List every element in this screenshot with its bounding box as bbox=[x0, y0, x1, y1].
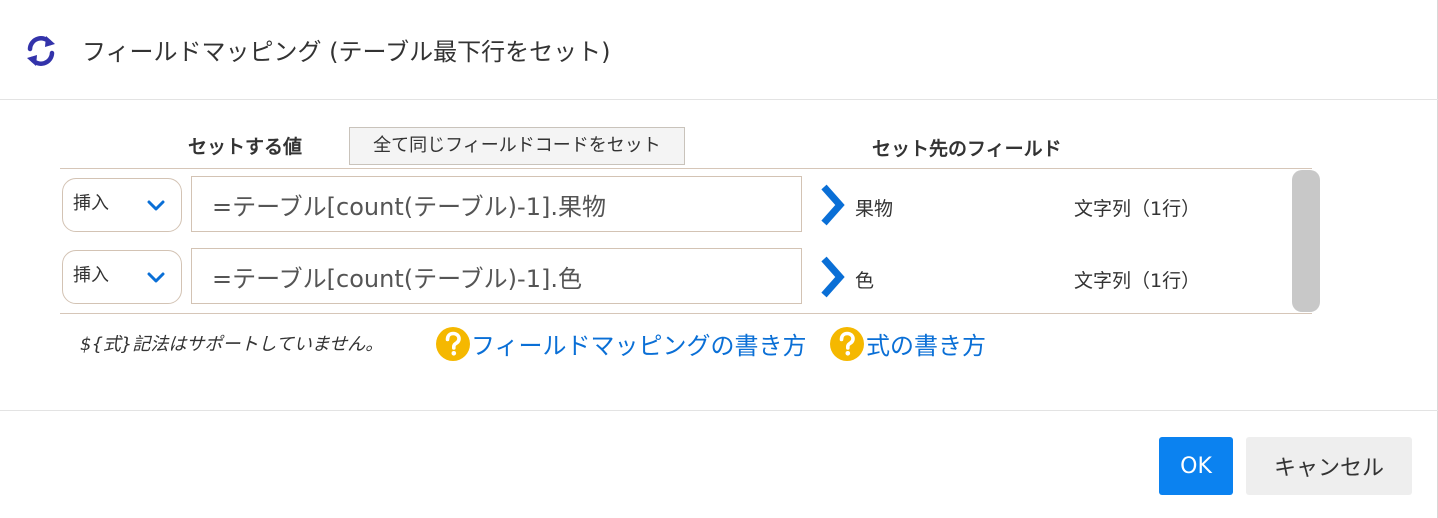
dialog-title: フィールドマッピング (テーブル最下行をセット) bbox=[82, 38, 611, 66]
expression-syntax-note: ${式}記法はサポートしていません。 bbox=[80, 334, 384, 355]
chevron-down-icon bbox=[147, 200, 165, 211]
dialog-header: フィールドマッピング (テーブル最下行をセット) bbox=[0, 0, 1438, 100]
table-top-divider bbox=[60, 168, 1312, 169]
mode-select[interactable]: 挿入 bbox=[62, 250, 182, 304]
field-mapping-help-link[interactable]: フィールドマッピングの書き方 bbox=[471, 326, 807, 361]
chevron-right-icon bbox=[821, 256, 845, 298]
field-mapping-dialog: フィールドマッピング (テーブル最下行をセット) セットする値 全て同じフィール… bbox=[0, 0, 1438, 518]
target-field-type: 文字列（1行） bbox=[1074, 270, 1201, 292]
question-circle-icon[interactable] bbox=[830, 327, 864, 361]
question-circle-icon[interactable] bbox=[436, 327, 470, 361]
refresh-icon bbox=[27, 36, 55, 66]
mapping-row: 挿入 色 文字列（1行） bbox=[0, 247, 1290, 307]
target-field-name: 色 bbox=[855, 270, 875, 292]
mode-select-value: 挿入 bbox=[73, 265, 109, 286]
chevron-down-icon bbox=[147, 272, 165, 283]
ok-button[interactable]: OK bbox=[1159, 437, 1233, 495]
mapping-row: 挿入 果物 文字列（1行） bbox=[0, 175, 1290, 235]
scrollbar-thumb[interactable] bbox=[1292, 170, 1320, 312]
formula-input[interactable] bbox=[191, 248, 802, 304]
formula-input[interactable] bbox=[191, 176, 802, 232]
set-same-field-code-button[interactable]: 全て同じフィールドコードをセット bbox=[349, 127, 685, 165]
cancel-button[interactable]: キャンセル bbox=[1246, 437, 1412, 495]
footer-divider bbox=[0, 410, 1438, 411]
mode-select-value: 挿入 bbox=[73, 193, 109, 214]
chevron-right-icon bbox=[821, 184, 845, 226]
column-header-value: セットする値 bbox=[188, 136, 303, 158]
column-header-target-field: セット先のフィールド bbox=[872, 138, 1062, 160]
formula-help-link[interactable]: 式の書き方 bbox=[866, 326, 986, 361]
target-field-type: 文字列（1行） bbox=[1074, 198, 1201, 220]
mode-select[interactable]: 挿入 bbox=[62, 178, 182, 232]
target-field-name: 果物 bbox=[855, 198, 894, 220]
table-bottom-divider bbox=[60, 313, 1312, 314]
